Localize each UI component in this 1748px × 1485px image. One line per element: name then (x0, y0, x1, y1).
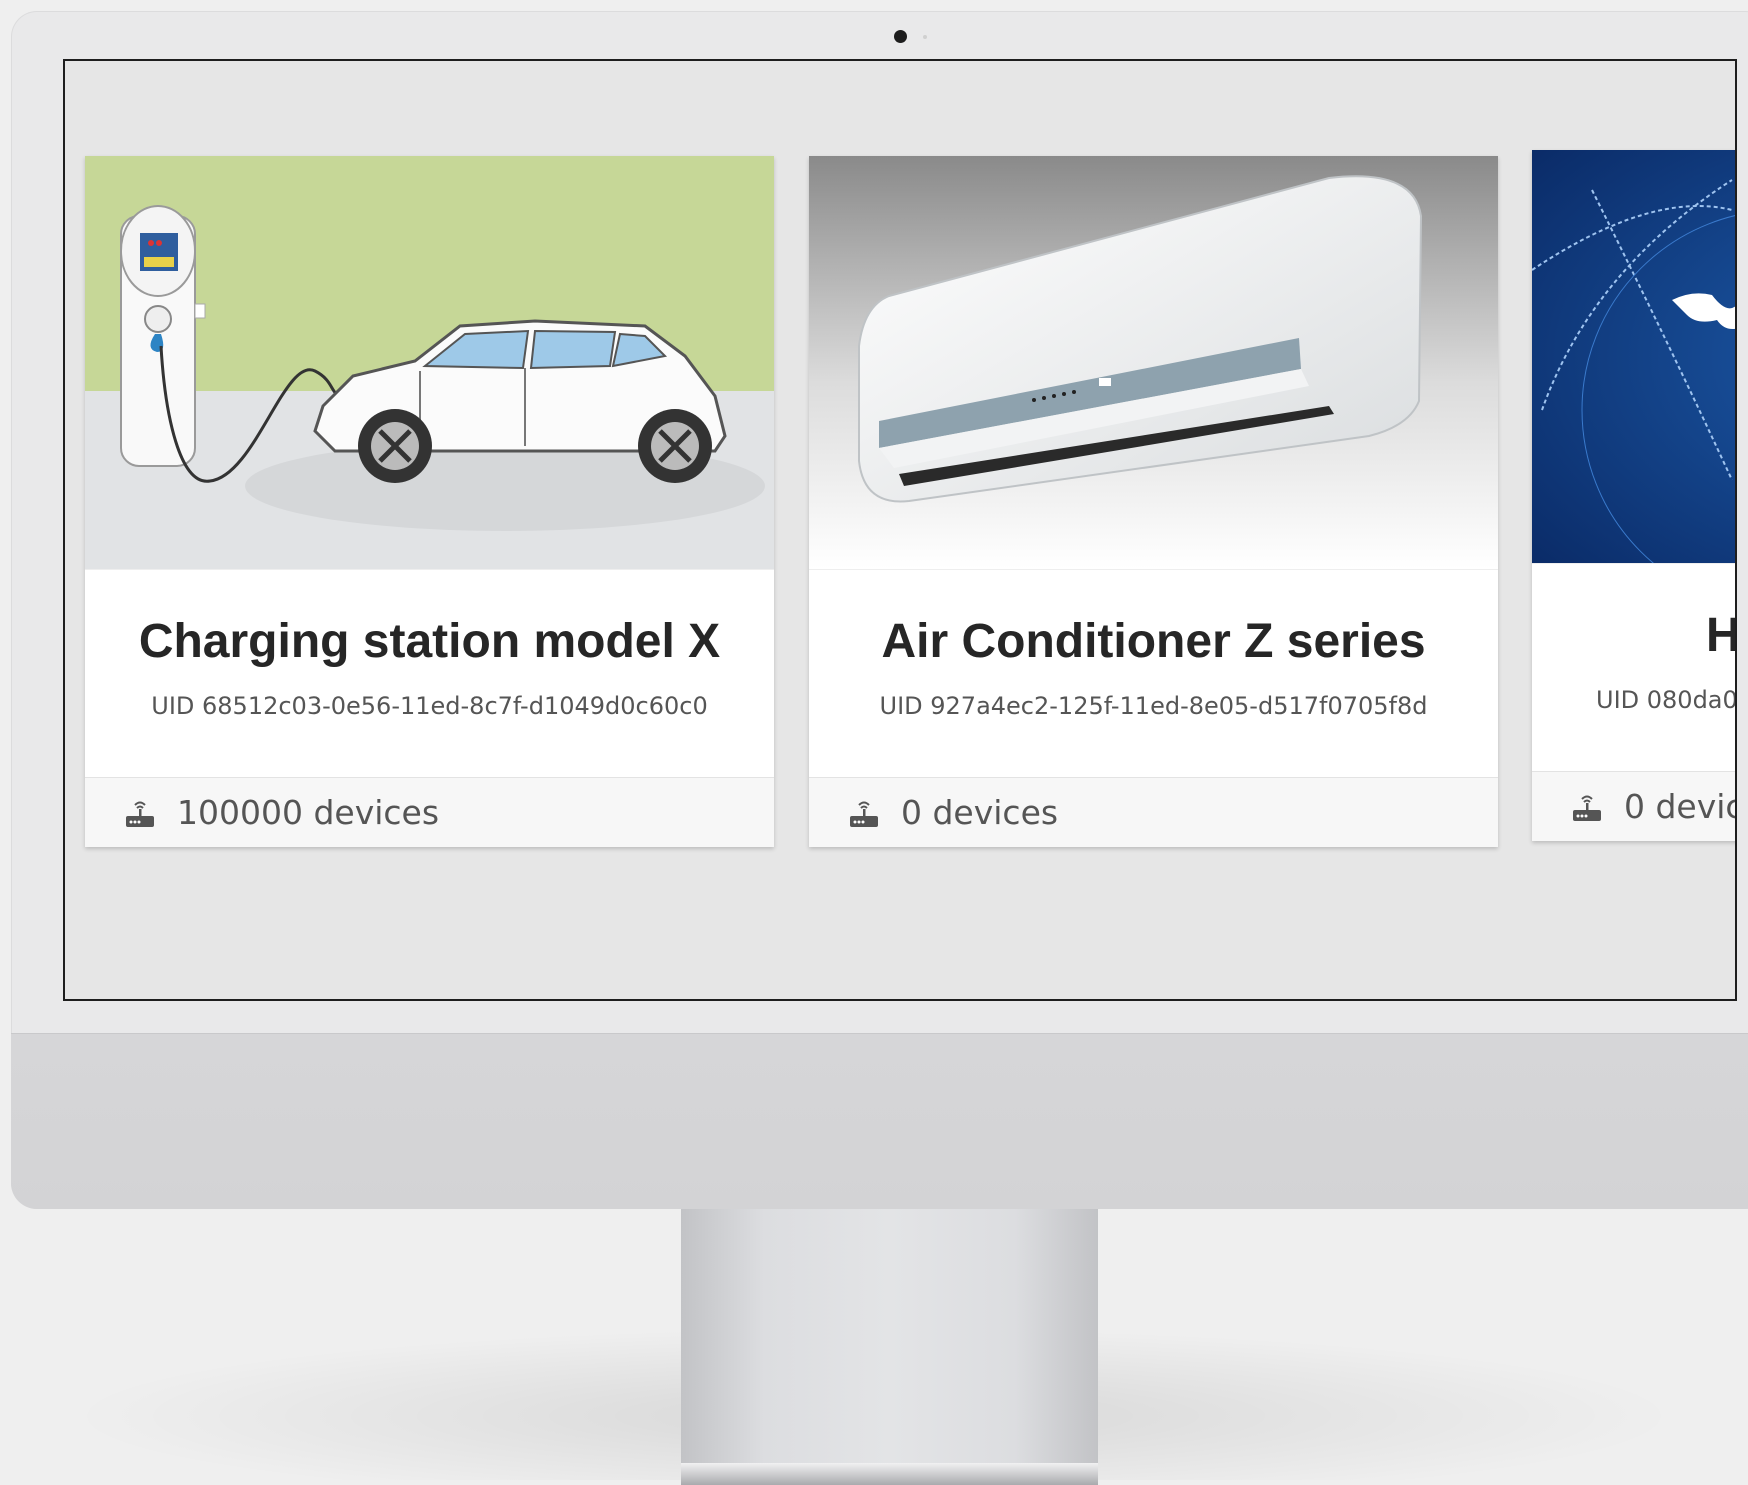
router-icon (126, 801, 154, 827)
camera-icon (894, 30, 907, 43)
screen: Charging station model X UID 68512c03-0e… (63, 59, 1737, 1001)
card-uid: UID 927a4ec2-125f-11ed-8e05-d517f0705f8d (879, 692, 1428, 720)
monitor-frame: Charging station model X UID 68512c03-0e… (11, 11, 1748, 1209)
card-title[interactable]: H (1532, 564, 1735, 666)
card-body: Charging station model X UID 68512c03-0e… (85, 569, 774, 777)
card-title[interactable]: Air Conditioner Z series (809, 570, 1498, 672)
card-title[interactable]: Charging station model X (85, 570, 774, 672)
camera-sensor (923, 35, 927, 39)
device-count: 0 devic (1624, 787, 1737, 826)
card-body: Air Conditioner Z series UID 927a4ec2-12… (809, 569, 1498, 777)
monitor-chin (11, 1033, 1748, 1209)
card-body: H UID 080da0 (1532, 563, 1737, 771)
card-footer: 0 devic (1532, 771, 1737, 841)
monitor-stand (681, 1209, 1098, 1485)
card-image (1532, 150, 1735, 563)
air-conditioner-image (809, 156, 1498, 569)
device-count: 100000 devices (177, 793, 440, 832)
globe-network-image (1532, 150, 1735, 563)
card-footer: 0 devices (809, 777, 1498, 847)
electric-car-charging-image (85, 156, 774, 569)
card-image (85, 156, 774, 569)
card-image (809, 156, 1498, 569)
product-card[interactable]: Charging station model X UID 68512c03-0e… (85, 156, 774, 847)
product-card[interactable]: H UID 080da0 0 devic (1532, 150, 1737, 841)
product-card-list: Charging station model X UID 68512c03-0e… (65, 61, 1735, 999)
monitor-stand-base (681, 1463, 1098, 1485)
card-uid: UID 080da0 (1596, 686, 1737, 714)
card-uid: UID 68512c03-0e56-11ed-8c7f-d1049d0c60c0 (151, 692, 708, 720)
product-card[interactable]: Air Conditioner Z series UID 927a4ec2-12… (809, 156, 1498, 847)
router-icon (850, 801, 878, 827)
device-count: 0 devices (901, 793, 1059, 832)
router-icon (1573, 795, 1601, 821)
card-footer: 100000 devices (85, 777, 774, 847)
